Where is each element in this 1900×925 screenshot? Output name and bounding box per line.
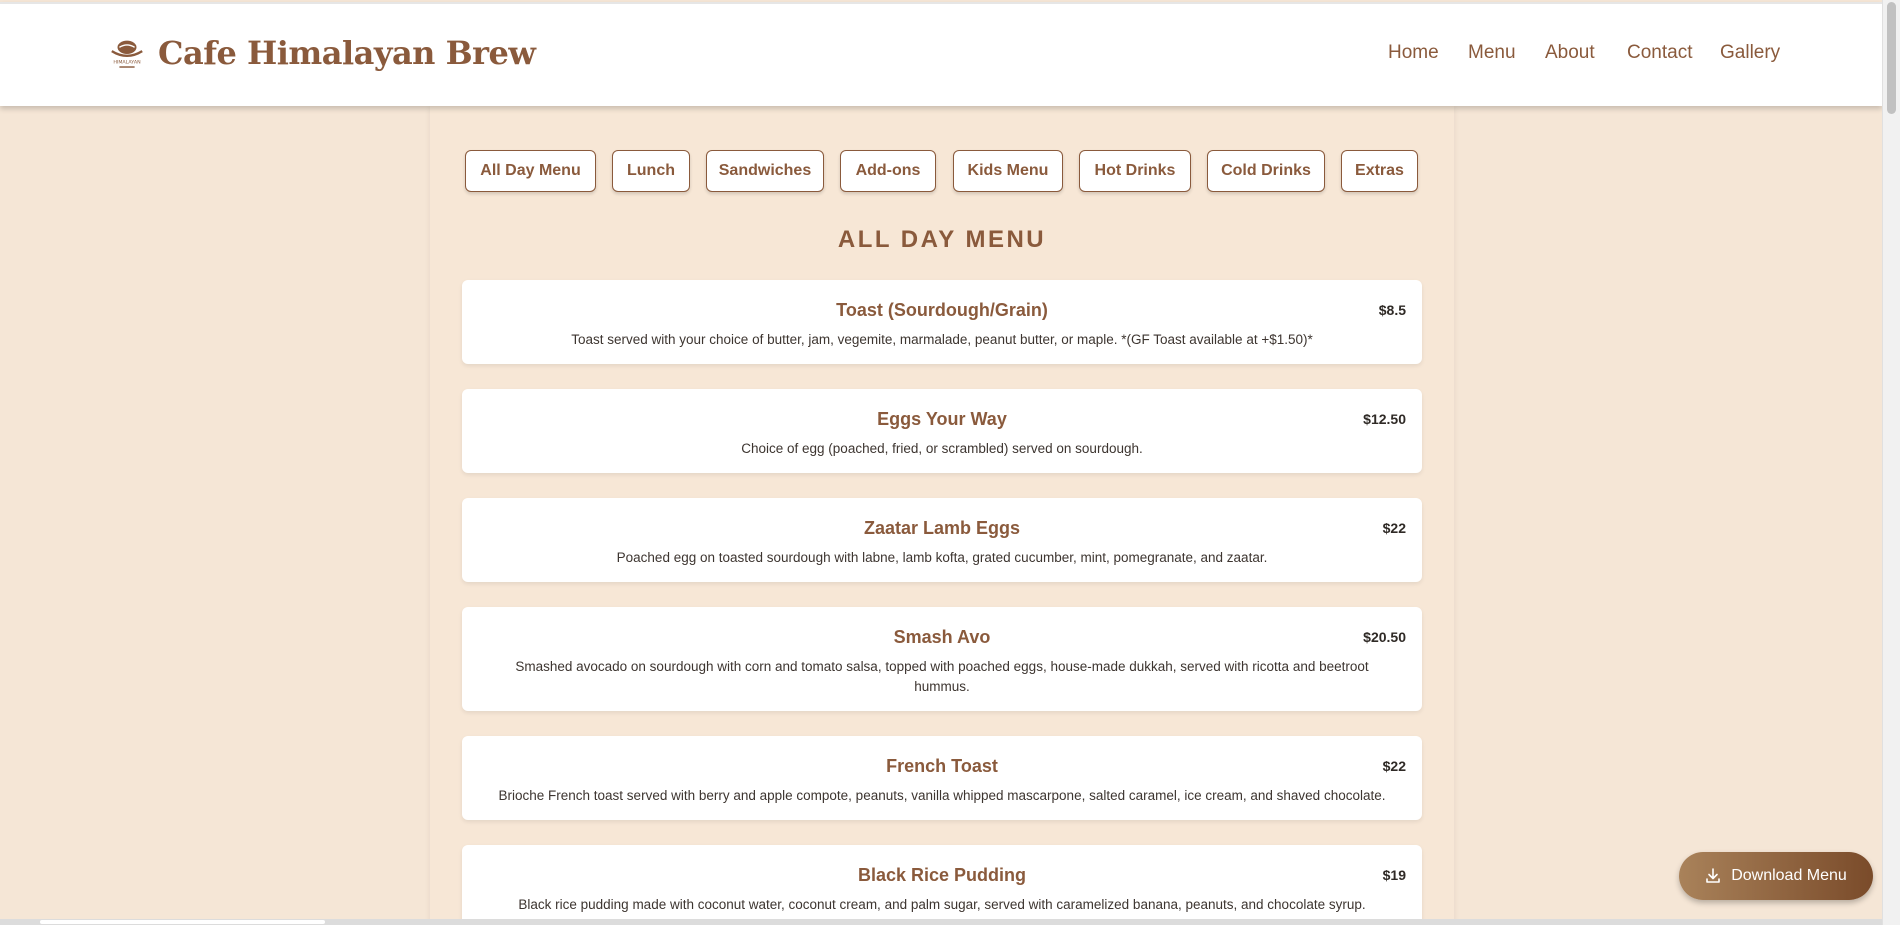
vertical-scrollbar-thumb[interactable] bbox=[1887, 2, 1896, 114]
tab-sandwiches[interactable]: Sandwiches bbox=[706, 150, 824, 192]
nav-contact[interactable]: Contact bbox=[1627, 42, 1692, 64]
menu-item-description: Poached egg on toasted sourdough with la… bbox=[616, 550, 1268, 565]
vertical-scrollbar[interactable] bbox=[1882, 0, 1900, 925]
menu-item-price: $12.50 bbox=[1363, 411, 1406, 427]
menu-item-price: $8.5 bbox=[1378, 302, 1406, 318]
horizontal-scrollbar[interactable] bbox=[0, 919, 1882, 925]
site-header: HIMALAYAN Cafe Himalayan Brew Home Menu … bbox=[0, 2, 1882, 106]
nav-menu[interactable]: Menu bbox=[1468, 42, 1516, 64]
tab-kids-menu[interactable]: Kids Menu bbox=[953, 150, 1063, 192]
menu-item-card: French Toast $22 Brioche French toast se… bbox=[462, 736, 1422, 820]
menu-item-card: Toast (Sourdough/Grain) $8.5 Toast serve… bbox=[462, 280, 1422, 364]
menu-item-name: Zaatar Lamb Eggs bbox=[863, 518, 1021, 538]
menu-item-description: Brioche French toast served with berry a… bbox=[498, 788, 1386, 803]
menu-item-price: $19 bbox=[1382, 867, 1406, 883]
nav-home[interactable]: Home bbox=[1388, 42, 1439, 64]
download-menu-button[interactable]: Download Menu bbox=[1679, 852, 1873, 900]
tab-all-day-menu[interactable]: All Day Menu bbox=[465, 150, 596, 192]
menu-item-price: $20.50 bbox=[1363, 629, 1406, 645]
tab-extras[interactable]: Extras bbox=[1341, 150, 1418, 192]
tab-cold-drinks[interactable]: Cold Drinks bbox=[1207, 150, 1325, 192]
menu-item-description: Toast served with your choice of butter,… bbox=[571, 332, 1313, 347]
section-title: ALL DAY MENU bbox=[837, 226, 1047, 253]
menu-item-card: Zaatar Lamb Eggs $22 Poached egg on toas… bbox=[462, 498, 1422, 582]
menu-item-name: Black Rice Pudding bbox=[857, 865, 1027, 885]
download-menu-label: Download Menu bbox=[1731, 867, 1847, 884]
menu-panel: All Day Menu Lunch Sandwiches Add-ons Ki… bbox=[430, 106, 1454, 925]
download-icon bbox=[1706, 868, 1720, 883]
menu-item-description: Choice of egg (poached, fried, or scramb… bbox=[741, 441, 1143, 456]
tab-lunch[interactable]: Lunch bbox=[612, 150, 690, 192]
menu-item-name: Eggs Your Way bbox=[877, 409, 1007, 429]
menu-item-name: French Toast bbox=[886, 756, 998, 776]
tab-add-ons[interactable]: Add-ons bbox=[840, 150, 936, 192]
main-nav: Home Menu About Contact Gallery bbox=[0, 42, 1882, 72]
menu-item-name: Smash Avo bbox=[893, 627, 991, 647]
menu-item-card: Black Rice Pudding $19 Black rice puddin… bbox=[462, 845, 1422, 925]
menu-item-price: $22 bbox=[1382, 758, 1406, 774]
menu-item-description: Smashed avocado on sourdough with corn a… bbox=[515, 659, 1369, 694]
nav-gallery[interactable]: Gallery bbox=[1720, 42, 1780, 64]
tab-hot-drinks[interactable]: Hot Drinks bbox=[1079, 150, 1191, 192]
horizontal-scrollbar-thumb[interactable] bbox=[40, 920, 325, 924]
menu-item-name: Toast (Sourdough/Grain) bbox=[836, 300, 1048, 320]
menu-item-price: $22 bbox=[1382, 520, 1406, 536]
menu-tabs: All Day Menu Lunch Sandwiches Add-ons Ki… bbox=[430, 150, 1454, 194]
menu-item-card: Smash Avo $20.50 Smashed avocado on sour… bbox=[462, 607, 1422, 711]
menu-item-description: Black rice pudding made with coconut wat… bbox=[518, 897, 1366, 912]
menu-item-card: Eggs Your Way $12.50 Choice of egg (poac… bbox=[462, 389, 1422, 473]
nav-about[interactable]: About bbox=[1545, 42, 1595, 64]
